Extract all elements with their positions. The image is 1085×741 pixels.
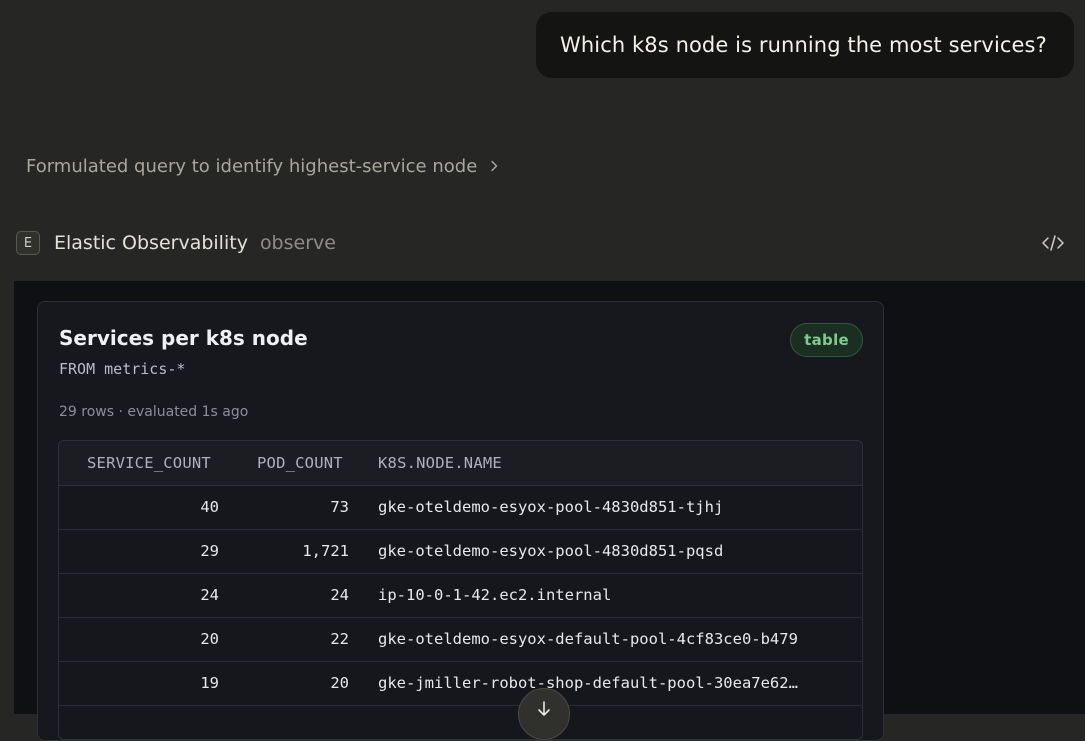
card-meta: 29 rows · evaluated 1s ago	[59, 404, 249, 420]
pod-count-cell: 1,721	[219, 529, 349, 574]
pod-count-cell: 20	[219, 661, 349, 706]
table-row: 40 73 gke-oteldemo-esyox-pool-4830d851-t…	[59, 485, 862, 530]
tool-badge: E	[16, 231, 40, 255]
node-name-cell: gke-jmiller-robot-shop-default-pool-30ea…	[378, 674, 798, 693]
user-message-bubble: Which k8s node is running the most servi…	[536, 12, 1074, 78]
service-count-cell: 24	[59, 573, 219, 618]
service-count-cell: 19	[59, 661, 219, 706]
table-row: 19 20 gke-jmiller-robot-shop-default-poo…	[59, 661, 862, 706]
node-name-cell: gke-oteldemo-esyox-pool-4830d851-tjhj	[378, 498, 724, 517]
tool-name: Elastic Observability	[54, 232, 248, 254]
tool-action: observe	[259, 232, 336, 254]
service-count-cell: 29	[59, 529, 219, 574]
type-badge: table	[790, 323, 863, 357]
results-table: SERVICE_COUNT POD_COUNT K8S.NODE.NAME 40…	[58, 440, 863, 740]
code-icon	[1042, 235, 1064, 251]
pod-count-cell: 24	[219, 573, 349, 618]
thinking-summary-toggle[interactable]: Formulated query to identify highest-ser…	[26, 152, 501, 180]
service-count-cell: 20	[59, 617, 219, 662]
table-row: 20 22 gke-oteldemo-esyox-default-pool-4c…	[59, 617, 862, 662]
table-row: 29 1,721 gke-oteldemo-esyox-pool-4830d85…	[59, 529, 862, 574]
column-header-service-count[interactable]: SERVICE_COUNT	[59, 441, 219, 486]
column-header-node-name[interactable]: K8S.NODE.NAME	[349, 441, 862, 486]
node-name-cell: gke-oteldemo-esyox-pool-4830d851-pqsd	[378, 542, 724, 561]
scroll-to-bottom-button[interactable]	[518, 688, 570, 740]
tool-call-header: E Elastic Observability observe	[16, 228, 1076, 258]
table-header-row: SERVICE_COUNT POD_COUNT K8S.NODE.NAME	[59, 441, 862, 486]
node-name-cell: ip-10-0-1-42.ec2.internal	[378, 586, 612, 605]
tool-result-area: Services per k8s node FROM metrics-* tab…	[14, 281, 1085, 741]
arrow-down-icon	[538, 701, 550, 716]
card-title: Services per k8s node	[59, 326, 308, 350]
code-toggle-button[interactable]	[1040, 231, 1066, 255]
thinking-summary-label: Formulated query to identify highest-ser…	[26, 155, 478, 177]
pod-count-cell: 22	[219, 617, 349, 662]
result-card: Services per k8s node FROM metrics-* tab…	[37, 301, 884, 741]
service-count-cell: 40	[59, 485, 219, 530]
table-row: 24 24 ip-10-0-1-42.ec2.internal	[59, 573, 862, 618]
card-query: FROM metrics-*	[59, 360, 186, 378]
column-header-pod-count[interactable]: POD_COUNT	[219, 441, 349, 486]
node-name-cell: gke-oteldemo-esyox-default-pool-4cf83ce0…	[378, 630, 798, 649]
chevron-right-icon	[491, 160, 498, 172]
user-message-text: Which k8s node is running the most servi…	[560, 33, 1047, 57]
pod-count-cell: 73	[219, 485, 349, 530]
